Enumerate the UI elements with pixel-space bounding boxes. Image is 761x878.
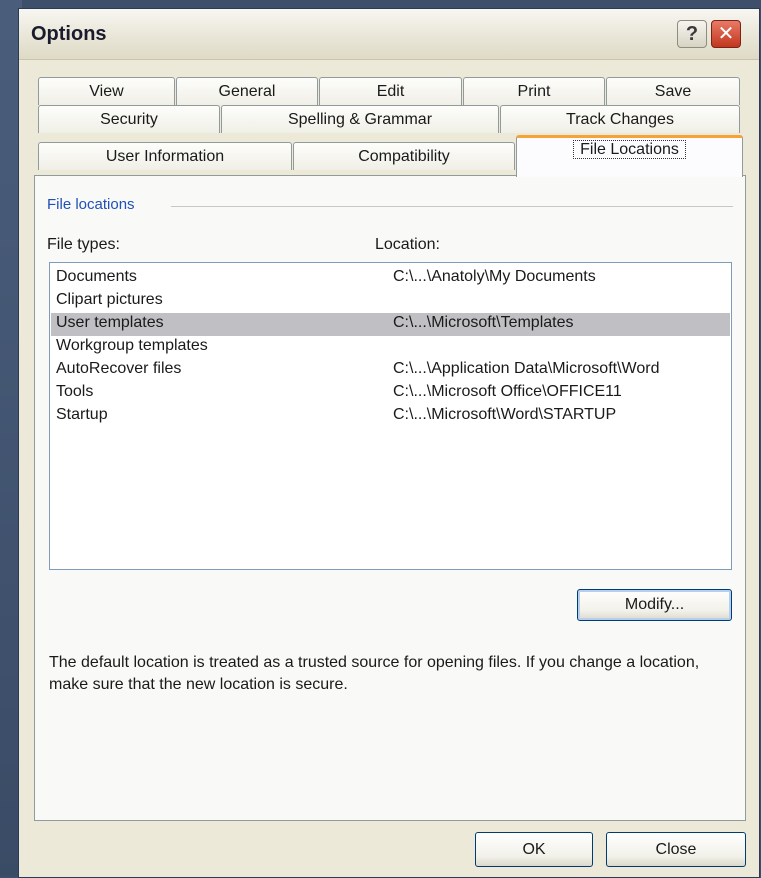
list-item-tools[interactable]: Tools C:\...\Microsoft Office\OFFICE11 [51,382,730,405]
list-item-documents[interactable]: Documents C:\...\Anatoly\My Documents [51,267,730,290]
file-location: C:\...\Anatoly\My Documents [393,268,596,285]
group-divider [171,206,733,207]
close-window-button[interactable]: ✕ [711,20,741,48]
location-header: Location: [375,236,440,253]
tab-file-locations-label: File Locations [573,140,686,159]
file-type: Documents [56,268,137,285]
trusted-location-note: The default location is treated as a tru… [49,654,700,693]
group-title: File locations [47,196,135,213]
ok-button[interactable]: OK [475,832,593,867]
file-location: C:\...\Microsoft\Word\STARTUP [393,406,617,423]
file-location: C:\...\Application Data\Microsoft\Word [393,360,660,377]
list-item-user-templates[interactable]: User templates C:\...\Microsoft\Template… [51,313,730,336]
tab-track-changes[interactable]: Track Changes [500,105,740,133]
file-types-header: File types: [47,236,120,253]
tab-security[interactable]: Security [38,105,220,133]
tab-save[interactable]: Save [606,77,740,105]
modify-button[interactable]: Modify... [577,589,732,621]
file-location: C:\...\Microsoft Office\OFFICE11 [393,383,622,400]
tab-user-information[interactable]: User Information [38,142,292,170]
file-type: AutoRecover files [56,360,182,377]
file-locations-panel: File locations File types: Location: Doc… [34,175,746,821]
file-location: C:\...\Microsoft\Templates [393,314,574,331]
tab-print[interactable]: Print [463,77,605,105]
options-dialog: Options ? ✕ View General Edit Print Save… [18,8,760,878]
list-item-autorecover[interactable]: AutoRecover files C:\...\Application Dat… [51,359,730,382]
title-bar[interactable]: Options ? ✕ [19,9,759,60]
file-type: Workgroup templates [56,337,208,354]
file-type: Clipart pictures [56,291,163,308]
file-type: User templates [56,314,164,331]
list-item-workgroup-templates[interactable]: Workgroup templates [51,336,730,359]
tab-compatibility[interactable]: Compatibility [293,142,515,170]
list-item-startup[interactable]: Startup C:\...\Microsoft\Word\STARTUP [51,405,730,428]
file-type: Startup [56,406,108,423]
file-locations-list[interactable]: Documents C:\...\Anatoly\My Documents Cl… [49,262,732,570]
tab-view[interactable]: View [38,77,175,105]
window-title: Options [31,23,107,45]
tab-file-locations[interactable]: File Locations [516,135,743,177]
tab-general[interactable]: General [176,77,318,105]
tab-edit[interactable]: Edit [319,77,462,105]
help-button[interactable]: ? [677,20,707,48]
list-item-clipart[interactable]: Clipart pictures [51,290,730,313]
close-button[interactable]: Close [606,832,746,867]
tab-spelling-grammar[interactable]: Spelling & Grammar [221,105,499,133]
file-type: Tools [56,383,94,400]
